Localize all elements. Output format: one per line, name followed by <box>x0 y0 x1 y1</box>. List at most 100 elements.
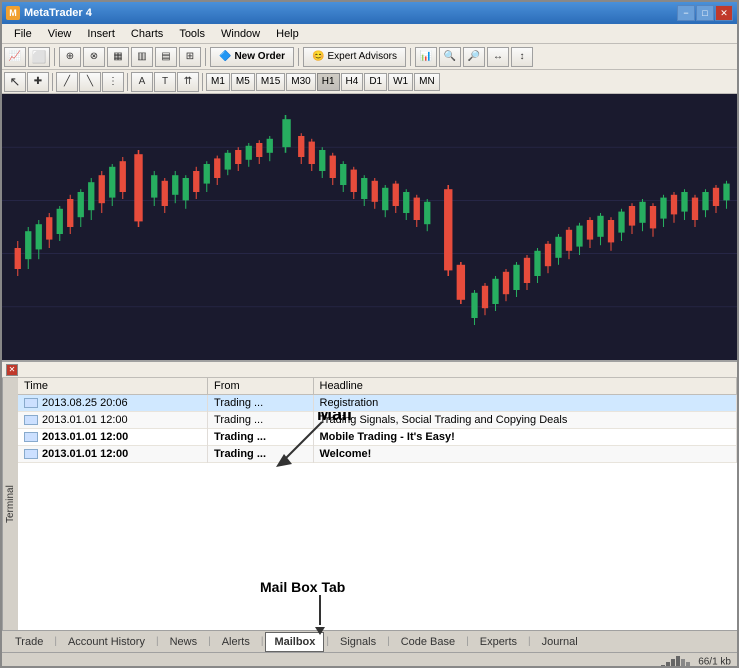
tab-sep-3: | <box>206 636 213 647</box>
tool-new-chart[interactable]: 📈 <box>4 47 26 67</box>
cell-headline: Welcome! <box>313 446 737 463</box>
tf-m30[interactable]: M30 <box>286 73 315 91</box>
new-order-button[interactable]: 🔷 New Order <box>210 47 294 67</box>
tool-zoom-fit[interactable]: ↔ <box>487 47 509 67</box>
tab-account-history[interactable]: Account History <box>59 632 154 652</box>
chart-row <box>2 94 737 360</box>
tool-btn-3[interactable]: ⊕ <box>59 47 81 67</box>
tab-signals[interactable]: Signals <box>331 632 385 652</box>
tf-h1[interactable]: H1 <box>317 73 340 91</box>
app-icon: M <box>6 6 20 20</box>
status-text: 66/1 kb <box>661 655 731 668</box>
tf-mn[interactable]: MN <box>414 73 440 91</box>
tool-history[interactable]: 📊 <box>415 47 437 67</box>
tool-text2[interactable]: T <box>154 72 176 92</box>
menu-view[interactable]: View <box>40 26 80 42</box>
price-chart <box>2 94 737 360</box>
tool-zoom-out[interactable]: 🔎 <box>463 47 485 67</box>
cell-from: Trading ... <box>208 395 313 412</box>
new-order-label: New Order <box>234 51 285 62</box>
tab-alerts[interactable]: Alerts <box>213 632 259 652</box>
tool-arrow[interactable]: ⇈ <box>177 72 199 92</box>
drawing-sep-3 <box>202 73 203 91</box>
window-controls: − □ ✕ <box>677 5 733 21</box>
tab-sep-6: | <box>385 636 392 647</box>
tool-lines[interactable]: ⋮ <box>102 72 124 92</box>
cell-time: 2013.01.01 12:00 <box>18 429 208 446</box>
cell-headline: Trading Signals, Social Trading and Copy… <box>313 412 737 429</box>
toolbar-sep-3 <box>298 48 299 66</box>
tool-cross[interactable]: ✚ <box>27 72 49 92</box>
menu-bar: File View Insert Charts Tools Window Hel… <box>2 24 737 44</box>
expert-advisors-button[interactable]: 😊 Expert Advisors <box>303 47 406 67</box>
content-area: ✕ Terminal Time From Headline <box>2 94 737 630</box>
tab-mailbox[interactable]: Mailbox <box>265 632 324 652</box>
col-headline: Headline <box>313 378 737 395</box>
terminal-panel: ✕ Terminal Time From Headline <box>2 360 737 630</box>
tab-sep-2: | <box>154 636 161 647</box>
tab-sep-8: | <box>526 636 533 647</box>
table-row[interactable]: 2013.01.01 12:00Trading ...Welcome! <box>18 446 737 463</box>
toolbar-sep-2 <box>205 48 206 66</box>
tab-journal[interactable]: Journal <box>533 632 587 652</box>
cell-from: Trading ... <box>208 429 313 446</box>
tf-d1[interactable]: D1 <box>364 73 387 91</box>
terminal-header: ✕ <box>2 362 737 378</box>
menu-window[interactable]: Window <box>213 26 268 42</box>
main-window: M MetaTrader 4 − □ ✕ File View Insert Ch… <box>0 0 739 668</box>
tool-btn-4[interactable]: ⊗ <box>83 47 105 67</box>
toolbar-drawing: ↖ ✚ ╱ ╲ ⋮ A T ⇈ M1 M5 M15 M30 H1 H4 D1 W… <box>2 70 737 94</box>
tool-cursor[interactable]: ↖ <box>4 72 26 92</box>
tool-btn-7[interactable]: ▤ <box>155 47 177 67</box>
terminal-label: Terminal <box>2 378 18 630</box>
cell-time: 2013.01.01 12:00 <box>18 446 208 463</box>
drawing-sep-2 <box>127 73 128 91</box>
cell-headline: Mobile Trading - It's Easy! <box>313 429 737 446</box>
tab-sep-7: | <box>464 636 471 647</box>
tool-line2[interactable]: ╲ <box>79 72 101 92</box>
terminal-close-button[interactable]: ✕ <box>6 364 18 376</box>
chart-area[interactable] <box>2 94 737 360</box>
tool-btn-5[interactable]: ▦ <box>107 47 129 67</box>
cell-time: 2013.01.01 12:00 <box>18 412 208 429</box>
menu-tools[interactable]: Tools <box>171 26 213 42</box>
expert-icon: 😊 <box>312 51 324 62</box>
tf-m5[interactable]: M5 <box>231 73 255 91</box>
tab-code-base[interactable]: Code Base <box>392 632 464 652</box>
tool-btn-2[interactable]: ⬜ <box>28 47 50 67</box>
tf-h4[interactable]: H4 <box>341 73 364 91</box>
tool-text[interactable]: A <box>131 72 153 92</box>
menu-file[interactable]: File <box>6 26 40 42</box>
tab-sep-1: | <box>52 636 59 647</box>
tf-w1[interactable]: W1 <box>388 73 413 91</box>
tab-news[interactable]: News <box>161 632 207 652</box>
maximize-button[interactable]: □ <box>696 5 714 21</box>
toolbar-sep-1 <box>54 48 55 66</box>
minimize-button[interactable]: − <box>677 5 695 21</box>
tab-trade[interactable]: Trade <box>6 632 52 652</box>
tab-experts[interactable]: Experts <box>471 632 526 652</box>
tf-m15[interactable]: M15 <box>256 73 285 91</box>
mail-table-area: Time From Headline 2013.08.25 20:06Tradi… <box>18 378 737 630</box>
menu-charts[interactable]: Charts <box>123 26 171 42</box>
terminal-content: Terminal Time From Headline 2013.08.25 2… <box>2 378 737 630</box>
menu-help[interactable]: Help <box>268 26 307 42</box>
table-row[interactable]: 2013.08.25 20:06Trading ...Registration <box>18 395 737 412</box>
table-row[interactable]: 2013.01.01 12:00Trading ...Trading Signa… <box>18 412 737 429</box>
new-order-icon: 🔷 <box>219 51 231 62</box>
menu-insert[interactable]: Insert <box>79 26 123 42</box>
table-row[interactable]: 2013.01.01 12:00Trading ...Mobile Tradin… <box>18 429 737 446</box>
cell-time: 2013.08.25 20:06 <box>18 395 208 412</box>
tool-line[interactable]: ╱ <box>56 72 78 92</box>
tool-zoom-fit2[interactable]: ↕ <box>511 47 533 67</box>
table-header-row: Time From Headline <box>18 378 737 395</box>
tool-zoom-in[interactable]: 🔍 <box>439 47 461 67</box>
close-button[interactable]: ✕ <box>715 5 733 21</box>
toolbar-sep-4 <box>410 48 411 66</box>
title-bar-left: M MetaTrader 4 <box>6 6 92 20</box>
cell-from: Trading ... <box>208 446 313 463</box>
tool-btn-6[interactable]: ▥ <box>131 47 153 67</box>
tab-sep-4: | <box>259 636 266 647</box>
tool-btn-8[interactable]: ⊞ <box>179 47 201 67</box>
tf-m1[interactable]: M1 <box>206 73 230 91</box>
